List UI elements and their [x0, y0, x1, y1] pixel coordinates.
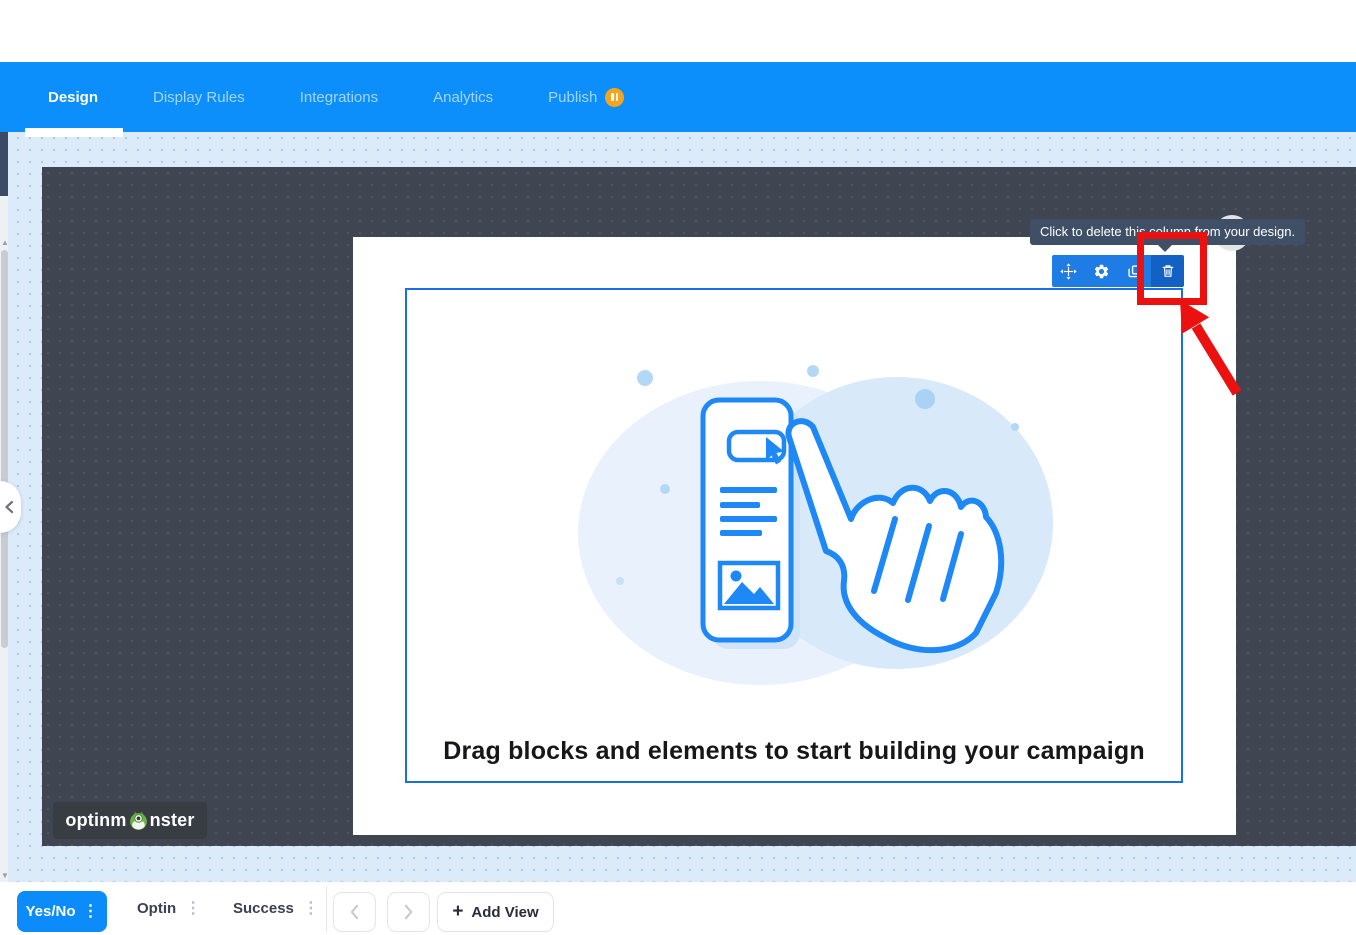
- add-view-button[interactable]: + Add View: [437, 892, 554, 932]
- scroll-down-arrow-icon[interactable]: ▼: [1, 872, 9, 880]
- tab-publish-label: Publish: [548, 89, 597, 106]
- tab-design[interactable]: Design: [48, 89, 98, 106]
- plus-icon: +: [452, 901, 463, 923]
- move-column-button[interactable]: [1052, 255, 1085, 287]
- view-tab-yesno-label: Yes/No: [25, 903, 75, 920]
- tab-publish[interactable]: Publish: [548, 88, 624, 107]
- view-tab-success[interactable]: Success ⋮: [233, 882, 319, 935]
- chevron-left-icon: [349, 903, 360, 921]
- publish-paused-status-icon: [605, 88, 624, 107]
- logo-text-prefix: optinm: [65, 810, 126, 831]
- view-menu-dots-icon[interactable]: ⋮: [303, 901, 319, 917]
- annotation-arrow: [1150, 292, 1250, 404]
- view-menu-dots-icon[interactable]: ⋮: [185, 901, 201, 917]
- view-tab-optin-label: Optin: [137, 900, 176, 917]
- view-tab-success-label: Success: [233, 900, 294, 917]
- tab-display-rules[interactable]: Display Rules: [153, 89, 245, 106]
- tab-analytics[interactable]: Analytics: [433, 89, 493, 106]
- column-settings-button[interactable]: [1085, 255, 1118, 287]
- view-tab-optin[interactable]: Optin ⋮: [137, 882, 201, 935]
- view-switcher-bar: Yes/No ⋮ Optin ⋮ Success ⋮ + Add View: [0, 882, 1356, 935]
- drag-drop-illustration: [555, 333, 1067, 705]
- selected-column-outline[interactable]: Drag blocks and elements to start buildi…: [405, 288, 1183, 783]
- scroll-up-arrow-icon[interactable]: ▲: [1, 239, 9, 247]
- gear-icon: [1093, 263, 1110, 280]
- tab-integrations[interactable]: Integrations: [300, 89, 378, 106]
- empty-canvas-headline: Drag blocks and elements to start buildi…: [407, 737, 1181, 766]
- left-scrollbar-thumb[interactable]: [1, 250, 8, 648]
- chevron-right-icon: [403, 903, 414, 921]
- view-menu-dots-icon[interactable]: ⋮: [83, 904, 99, 920]
- footer-divider: [326, 886, 327, 932]
- previous-view-button[interactable]: [333, 892, 376, 932]
- tab-analytics-label: Analytics: [433, 89, 493, 106]
- optinmonster-logo-badge: optinm nster: [53, 802, 207, 839]
- optinmonster-mascot-icon: [128, 810, 149, 831]
- logo-text-suffix: nster: [150, 810, 195, 831]
- tab-display-rules-label: Display Rules: [153, 89, 245, 106]
- chevron-left-icon: [4, 500, 14, 514]
- view-tab-yesno[interactable]: Yes/No ⋮: [17, 891, 107, 932]
- active-tab-indicator: [25, 128, 123, 137]
- add-view-label: Add View: [471, 904, 538, 921]
- tab-integrations-label: Integrations: [300, 89, 378, 106]
- next-view-button[interactable]: [387, 892, 430, 932]
- move-icon: [1060, 263, 1077, 280]
- builder-top-nav: Design Display Rules Integrations Analyt…: [0, 62, 1356, 132]
- campaign-preview[interactable]: Drag blocks and elements to start buildi…: [353, 237, 1236, 835]
- left-sidebar-edge: [0, 132, 8, 196]
- tab-design-label: Design: [48, 89, 98, 106]
